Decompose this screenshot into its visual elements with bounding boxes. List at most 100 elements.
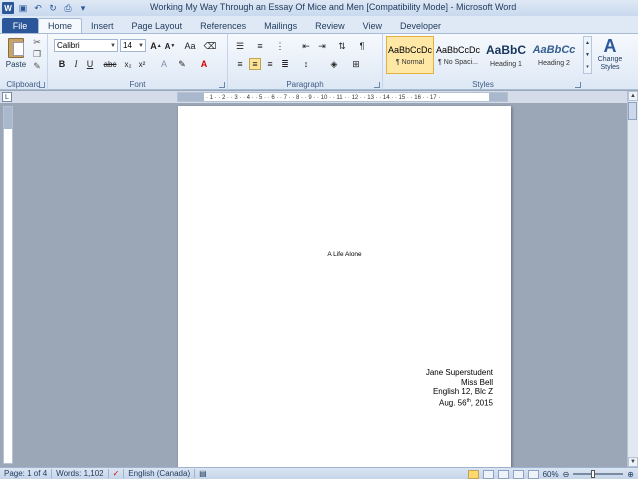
- align-center-icon[interactable]: ≡: [249, 58, 261, 70]
- scroll-up-icon[interactable]: ▲: [628, 91, 638, 101]
- web-layout-view-icon[interactable]: [497, 469, 509, 479]
- line-spacing-icon[interactable]: ↕: [300, 58, 312, 70]
- word-app-icon[interactable]: W: [2, 2, 14, 14]
- font-size-select[interactable]: 14 ▼: [120, 39, 146, 52]
- clear-formatting-icon[interactable]: ⌫: [204, 40, 217, 52]
- align-left-icon[interactable]: ≡: [234, 58, 246, 70]
- draft-view-icon[interactable]: [527, 469, 539, 479]
- proofing-icon[interactable]: ✓: [109, 469, 124, 478]
- shading-icon[interactable]: ◈: [328, 58, 340, 70]
- format-painter-icon[interactable]: ✎: [32, 61, 42, 71]
- customize-qat-icon[interactable]: ▾: [77, 2, 89, 14]
- style-normal[interactable]: AaBbCcDc ¶ Normal: [386, 36, 434, 74]
- print-layout-view-icon[interactable]: [467, 469, 479, 479]
- outline-view-icon[interactable]: [512, 469, 524, 479]
- change-case-icon[interactable]: Aa: [184, 40, 196, 52]
- increase-indent-icon[interactable]: ⇥: [316, 40, 328, 52]
- font-launcher-icon[interactable]: [219, 82, 225, 88]
- paragraph-group: ☰ ≡ ⋮ ⇤ ⇥ ⇅ ¶ ≡ ≡ ≡ ≣ ↕ ◈ ⊞ Paragraph: [228, 34, 383, 90]
- chevron-up-icon[interactable]: ▲: [585, 40, 590, 46]
- underline-icon[interactable]: U: [84, 58, 96, 70]
- styles-gallery: AaBbCcDc ¶ Normal AaBbCcDc ¶ No Spaci...…: [386, 36, 582, 74]
- tab-file[interactable]: File: [2, 18, 38, 33]
- tab-mailings[interactable]: Mailings: [255, 18, 306, 33]
- tab-review[interactable]: Review: [306, 18, 354, 33]
- vertical-scrollbar[interactable]: ▲ ▼: [627, 91, 638, 467]
- styles-launcher-icon[interactable]: [575, 82, 581, 88]
- zoom-slider[interactable]: [573, 470, 624, 478]
- full-screen-view-icon[interactable]: [482, 469, 494, 479]
- tab-page-layout[interactable]: Page Layout: [123, 18, 192, 33]
- scroll-bottom-controls: ▼: [628, 457, 638, 467]
- paragraph-launcher-icon[interactable]: [374, 82, 380, 88]
- document-page[interactable]: A Life Alone Jane Superstudent Miss Bell…: [178, 106, 511, 476]
- page-count[interactable]: Page: 1 of 4: [0, 469, 51, 478]
- redo-icon[interactable]: ↻: [47, 2, 59, 14]
- styles-gallery-scroll[interactable]: ▲ ▼ ▾: [583, 36, 592, 74]
- zoom-slider-thumb[interactable]: [591, 470, 596, 478]
- tab-insert[interactable]: Insert: [82, 18, 123, 33]
- save-icon[interactable]: ▣: [17, 2, 29, 14]
- student-info-block: Jane Superstudent Miss Bell English 12, …: [426, 368, 493, 408]
- font-family-select[interactable]: Calibri ▼: [54, 39, 118, 52]
- justify-icon[interactable]: ≣: [279, 58, 291, 70]
- decrease-indent-icon[interactable]: ⇤: [300, 40, 312, 52]
- zoom-out-icon[interactable]: ⊖: [563, 470, 570, 479]
- align-right-icon[interactable]: ≡: [264, 58, 276, 70]
- change-styles-icon: A: [603, 36, 617, 56]
- tab-selector-icon[interactable]: L: [2, 92, 12, 102]
- ruler-tick: · 1 · · 2 · · 3 · · 4 · · 5 · · 6 · · 7 …: [206, 95, 441, 101]
- info-line: Miss Bell: [460, 377, 493, 387]
- paste-button[interactable]: Paste: [3, 36, 29, 74]
- undo-icon[interactable]: ↶: [32, 2, 44, 14]
- copy-icon[interactable]: ❐: [32, 49, 42, 59]
- bold-icon[interactable]: B: [56, 58, 68, 70]
- tab-view[interactable]: View: [354, 18, 391, 33]
- clipboard-launcher-icon[interactable]: [39, 82, 45, 88]
- word-count[interactable]: Words: 1,102: [52, 469, 107, 478]
- cut-icon[interactable]: ✂: [32, 37, 42, 47]
- horizontal-ruler[interactable]: · 1 · · 2 · · 3 · · 4 · · 5 · · 6 · · 7 …: [177, 92, 508, 102]
- highlight-icon[interactable]: ✎: [176, 58, 188, 70]
- styles-group: AaBbCcDc ¶ Normal AaBbCcDc ¶ No Spaci...…: [383, 34, 625, 90]
- change-styles-button[interactable]: A Change Styles: [595, 36, 625, 80]
- grow-font-icon[interactable]: A ▲: [150, 40, 162, 52]
- shrink-font-icon[interactable]: A ▼: [164, 40, 176, 52]
- ribbon-tabs: File Home Insert Page Layout References …: [0, 16, 638, 33]
- scroll-down-icon[interactable]: ▼: [628, 457, 638, 467]
- font-group-label: Font: [129, 80, 146, 89]
- font-color-icon[interactable]: A: [198, 58, 210, 70]
- info-line: Jane Superstudent: [425, 368, 493, 377]
- macro-record-icon[interactable]: ▤: [195, 469, 211, 478]
- style-heading-1[interactable]: AaBbC Heading 1: [482, 36, 530, 74]
- tab-references[interactable]: References: [191, 18, 255, 33]
- style-heading-2[interactable]: AaBbCc Heading 2: [530, 36, 578, 74]
- numbering-icon[interactable]: ≡: [254, 40, 266, 52]
- ruler-left-margin: [178, 93, 204, 101]
- tab-developer[interactable]: Developer: [391, 18, 450, 33]
- borders-icon[interactable]: ⊞: [350, 58, 362, 70]
- zoom-level[interactable]: 60%: [543, 470, 559, 479]
- sort-icon[interactable]: ⇅: [336, 40, 348, 52]
- text-effects-icon[interactable]: A: [158, 58, 170, 70]
- multilevel-list-icon[interactable]: ⋮: [274, 40, 286, 52]
- tab-home[interactable]: Home: [38, 18, 83, 33]
- italic-icon[interactable]: I: [70, 58, 82, 70]
- style-no-spacing[interactable]: AaBbCcDc ¶ No Spaci...: [434, 36, 482, 74]
- subscript-icon[interactable]: x₂: [122, 58, 134, 70]
- date-suffix: , 2015: [470, 398, 493, 408]
- bullets-icon[interactable]: ☰: [234, 40, 246, 52]
- style-name: Heading 1: [490, 60, 522, 68]
- more-styles-icon[interactable]: ▾: [586, 64, 589, 70]
- chevron-down-icon[interactable]: ▼: [585, 52, 590, 58]
- language-indicator[interactable]: English (Canada): [124, 469, 194, 478]
- strikethrough-icon[interactable]: abc: [104, 58, 117, 70]
- zoom-in-icon[interactable]: ⊕: [627, 470, 634, 479]
- chevron-down-icon: ▼: [138, 42, 144, 49]
- print-icon[interactable]: ⎙: [62, 2, 74, 14]
- show-paragraph-marks-icon[interactable]: ¶: [356, 40, 368, 52]
- style-name: ¶ Normal: [395, 58, 425, 66]
- superscript-icon[interactable]: x²: [136, 58, 148, 70]
- scroll-thumb[interactable]: [628, 102, 637, 120]
- vertical-ruler[interactable]: [3, 106, 13, 464]
